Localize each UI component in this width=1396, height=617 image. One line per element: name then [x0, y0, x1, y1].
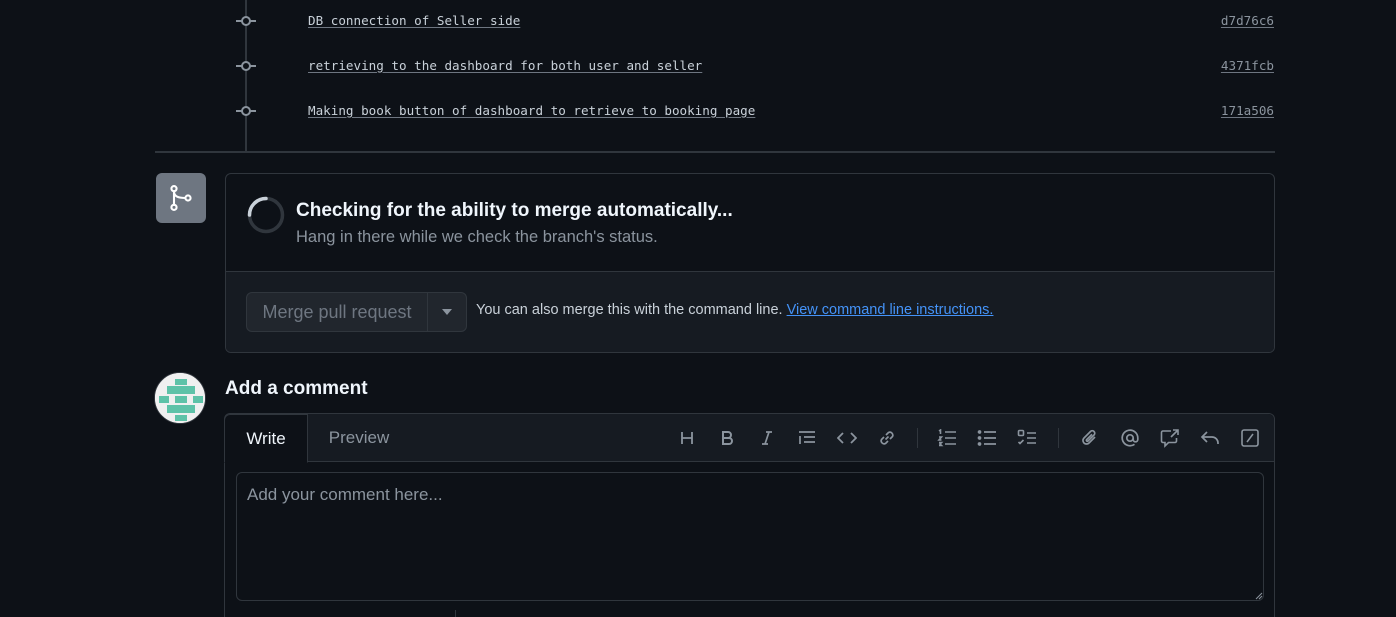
merge-actions: Merge pull request You can also merge th…: [226, 272, 1274, 352]
commit-sha-link[interactable]: d7d76c6: [1221, 13, 1274, 28]
merge-status-subtitle: Hang in there while we check the branch'…: [296, 228, 658, 246]
commit-sha-link[interactable]: 171a506: [1221, 103, 1274, 118]
commit-node-icon: [236, 61, 256, 71]
commit-list: DB connection of Seller side d7d76c6 ret…: [0, 0, 1396, 152]
reply-icon[interactable]: [1198, 426, 1222, 450]
loading-spinner-icon: [247, 196, 285, 234]
user-avatar-image: [155, 373, 205, 423]
add-comment-heading: Add a comment: [225, 378, 368, 399]
footer-divider: [455, 610, 456, 617]
toolbar-divider: [917, 428, 918, 448]
link-icon[interactable]: [875, 426, 899, 450]
triangle-down-icon: [442, 309, 452, 315]
mention-icon[interactable]: [1118, 426, 1142, 450]
heading-icon[interactable]: [675, 426, 699, 450]
task-list-icon[interactable]: [1015, 426, 1039, 450]
command-line-instructions-link[interactable]: View command line instructions.: [787, 302, 994, 318]
toolbar-divider: [1058, 428, 1059, 448]
unordered-list-icon[interactable]: [975, 426, 999, 450]
merge-hint-text: You can also merge this with the command…: [476, 302, 783, 318]
merge-method-dropdown[interactable]: [427, 292, 467, 332]
merge-status-badge: [156, 173, 206, 223]
merge-box: Checking for the ability to merge automa…: [225, 173, 1275, 353]
resize-grip-icon[interactable]: [1255, 592, 1263, 600]
commit-row: Making book button of dashboard to retri…: [0, 99, 1396, 123]
attach-icon[interactable]: [1078, 426, 1102, 450]
commit-node-icon: [236, 106, 256, 116]
commit-node-icon: [236, 16, 256, 26]
comment-textarea[interactable]: [236, 472, 1264, 601]
slash-commands-icon[interactable]: [1238, 426, 1262, 450]
bold-icon[interactable]: [715, 426, 739, 450]
commit-message-link[interactable]: DB connection of Seller side: [308, 13, 520, 28]
comment-editor-header: Write Preview: [224, 414, 1274, 463]
merge-hint: You can also merge this with the command…: [476, 302, 993, 318]
quote-icon[interactable]: [795, 426, 819, 450]
tab-preview[interactable]: Preview: [315, 414, 403, 462]
italic-icon[interactable]: [755, 426, 779, 450]
code-icon[interactable]: [835, 426, 859, 450]
cross-reference-icon[interactable]: [1158, 426, 1182, 450]
ordered-list-icon[interactable]: [935, 426, 959, 450]
tab-write[interactable]: Write: [224, 414, 308, 463]
commit-row: DB connection of Seller side d7d76c6: [0, 9, 1396, 33]
comment-editor: Write Preview: [224, 413, 1275, 617]
section-divider: [155, 151, 1275, 153]
commit-row: retrieving to the dashboard for both use…: [0, 54, 1396, 78]
commit-message-link[interactable]: Making book button of dashboard to retri…: [308, 103, 755, 118]
avatar[interactable]: [154, 372, 206, 424]
merge-status-title: Checking for the ability to merge automa…: [296, 200, 733, 221]
merge-pull-request-button[interactable]: Merge pull request: [246, 292, 428, 332]
commit-sha-link[interactable]: 4371fcb: [1221, 58, 1274, 73]
git-merge-icon: [170, 185, 192, 211]
commit-message-link[interactable]: retrieving to the dashboard for both use…: [308, 58, 702, 73]
merge-status: Checking for the ability to merge automa…: [226, 174, 1274, 272]
